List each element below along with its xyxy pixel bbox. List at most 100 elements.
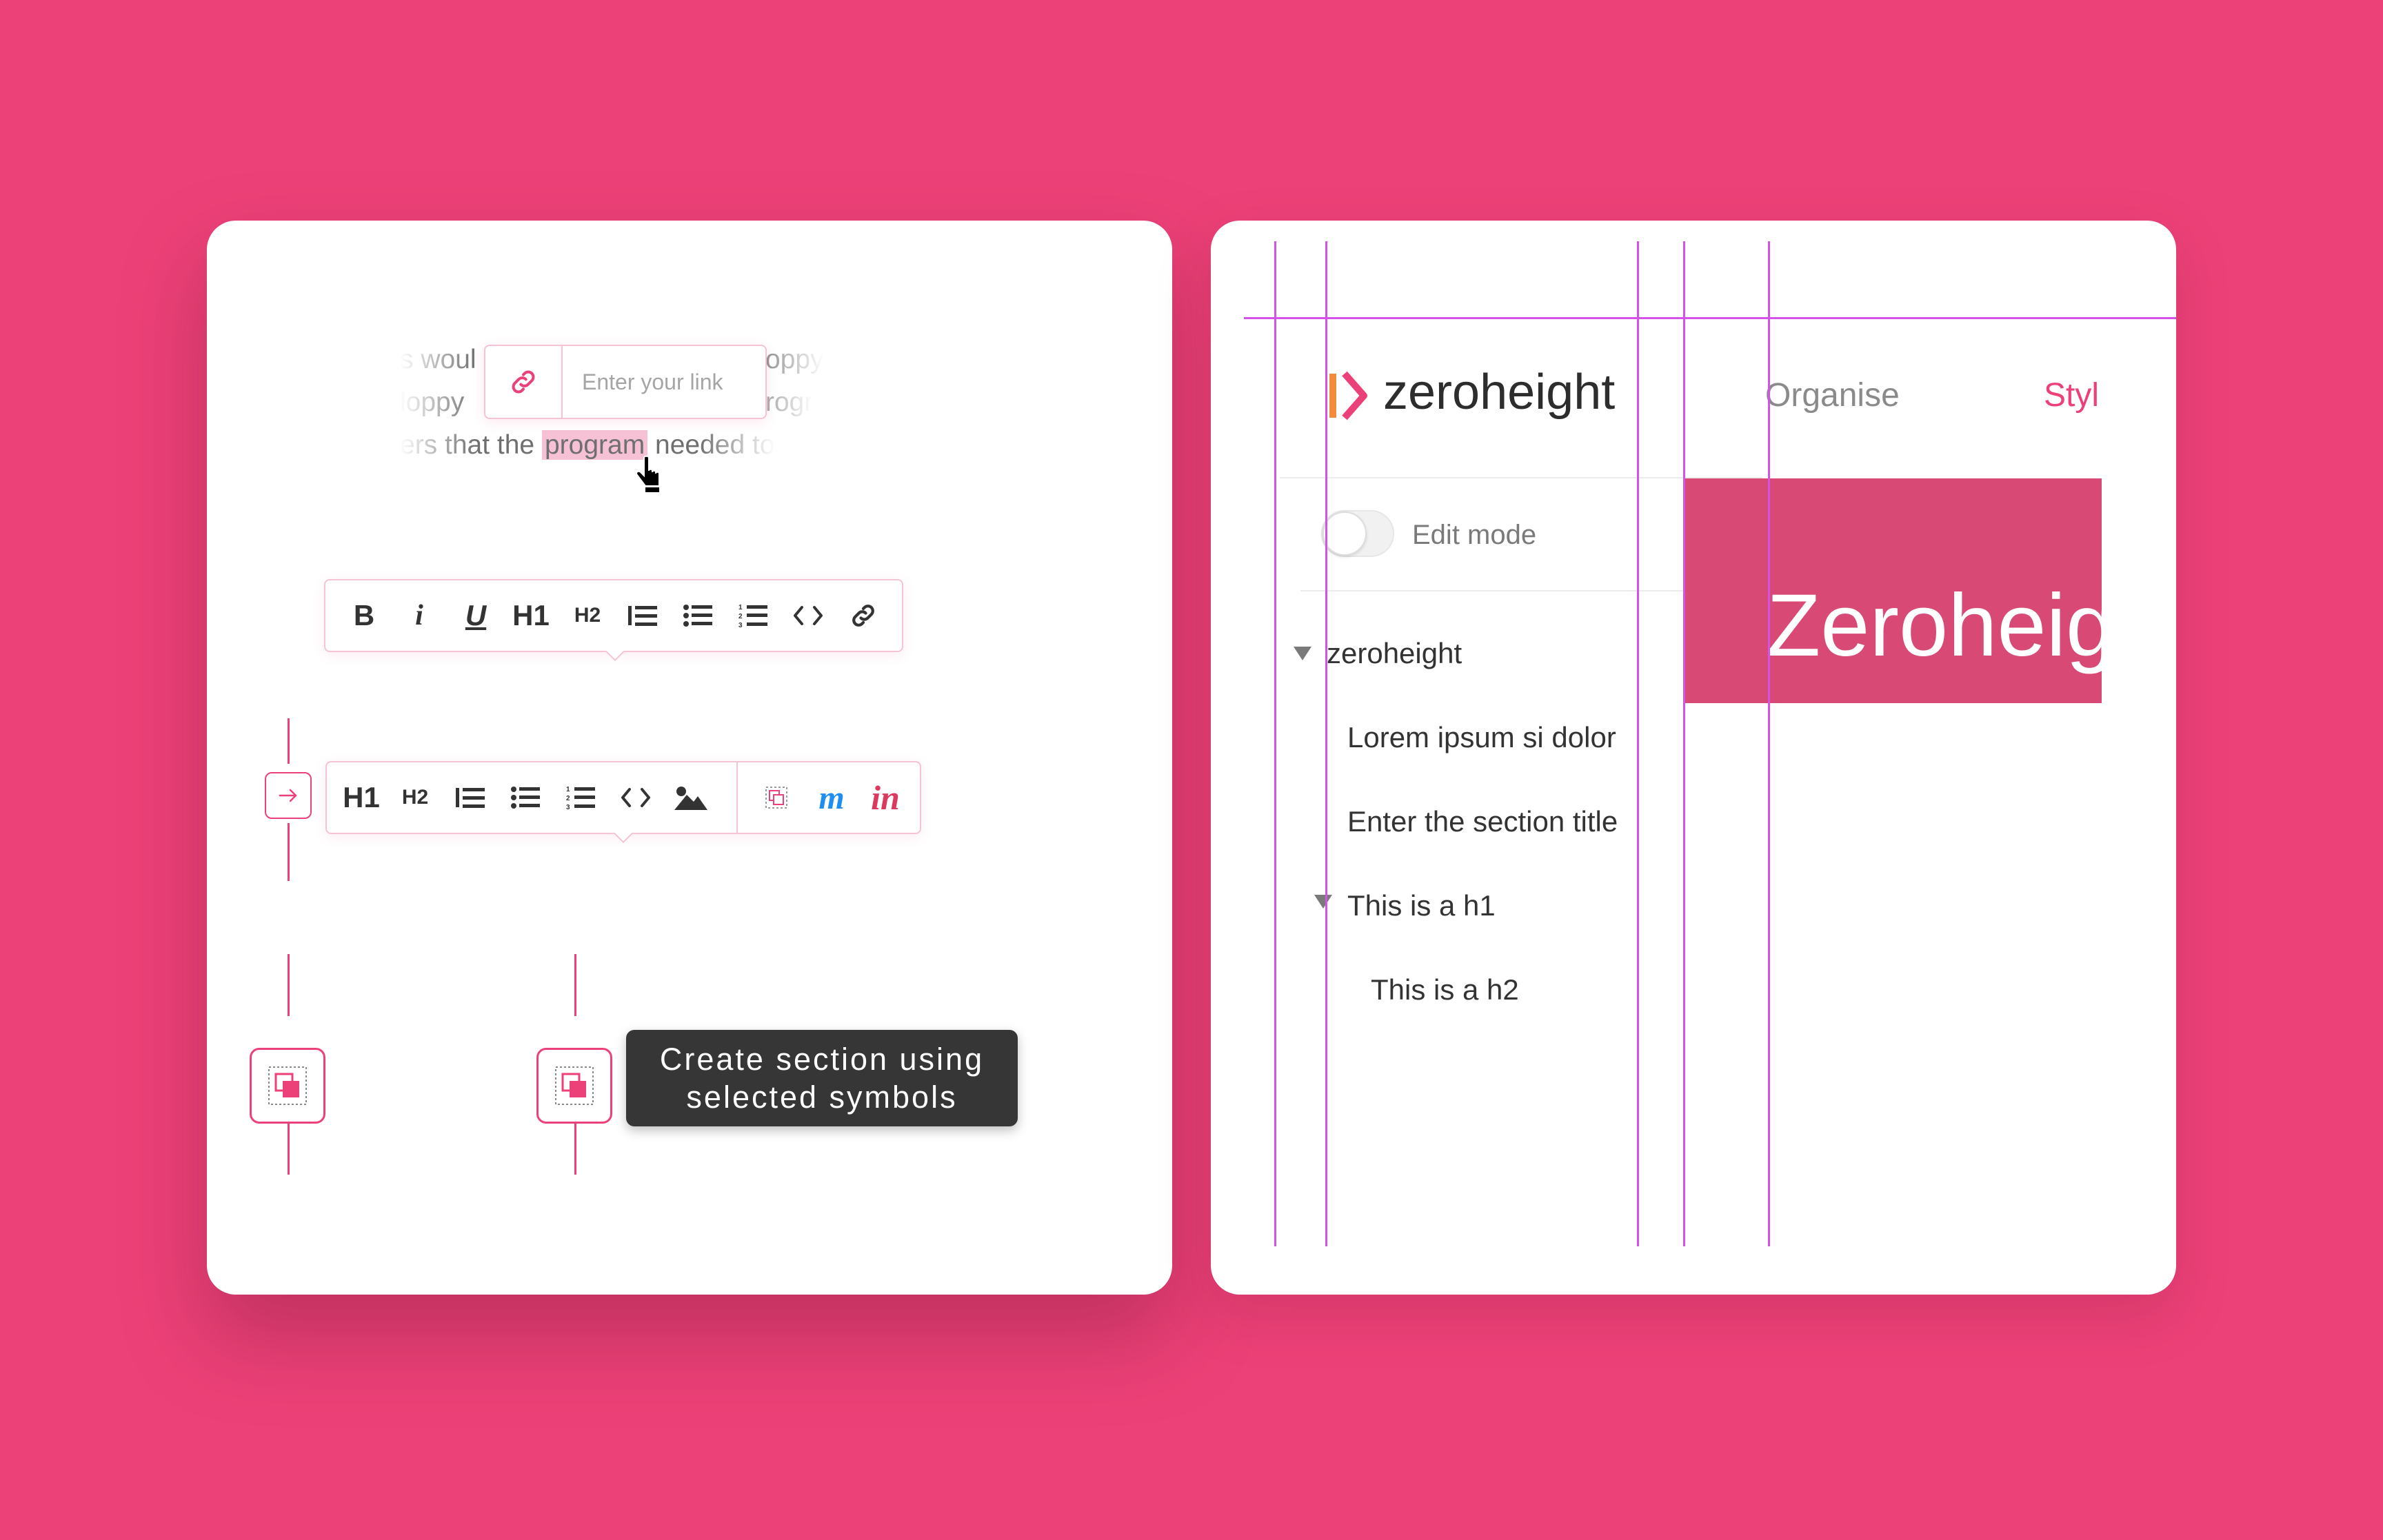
- code-button[interactable]: [786, 580, 830, 651]
- connector-line: [288, 954, 290, 1016]
- editor-showcase-card: s woul oppy loppy rogr ers that the prog…: [207, 221, 1172, 1295]
- nav-style[interactable]: Styl: [2044, 376, 2099, 414]
- invision-button[interactable]: in: [863, 762, 907, 833]
- tree-item[interactable]: Lorem ipsum si dolor: [1347, 721, 1616, 754]
- link-input[interactable]: Enter your link: [582, 369, 723, 395]
- editor-text-line2-right: rogr: [765, 387, 814, 417]
- connector-line: [288, 1119, 290, 1175]
- collapse-triangle-icon[interactable]: [1294, 647, 1311, 660]
- editor-text-line1-right: oppy: [765, 345, 824, 374]
- bullet-list-icon: [511, 787, 540, 809]
- numbered-list-icon: 1 2 3: [566, 786, 595, 811]
- layout-guide-vertical: [1274, 241, 1276, 1246]
- toggle-knob: [1323, 511, 1367, 556]
- code-icon: [621, 788, 650, 807]
- toolbar-divider: [736, 762, 738, 833]
- connector-line: [574, 954, 576, 1016]
- tree-root[interactable]: zeroheight: [1327, 637, 1462, 670]
- italic-button[interactable]: i: [397, 580, 441, 651]
- heading1-icon: H1: [512, 599, 550, 631]
- create-section-button-hover[interactable]: [536, 1048, 612, 1124]
- connector-line: [288, 823, 290, 881]
- code-icon: [794, 606, 823, 625]
- heading2-icon: H2: [401, 786, 429, 809]
- layout-guide-vertical: [1683, 241, 1685, 1246]
- svg-text:2: 2: [566, 795, 570, 802]
- selected-word[interactable]: program: [541, 430, 648, 460]
- link-toolbar-button[interactable]: [841, 580, 885, 651]
- tooltip-line2: selected symbols: [686, 1080, 958, 1115]
- bullet-list-button[interactable]: [503, 762, 547, 833]
- numbered-list-button[interactable]: 1 2 3: [731, 580, 775, 651]
- text-after: needed to: [655, 430, 775, 460]
- pointer-hand-icon: [634, 455, 666, 497]
- editor-text-line2-left: loppy: [400, 387, 465, 417]
- logo-text: zeroheight: [1383, 365, 1616, 420]
- edit-mode-toggle[interactable]: [1321, 510, 1394, 557]
- symbols-icon: [268, 1066, 307, 1105]
- create-section-tooltip: Create section using selected symbols: [626, 1030, 1018, 1126]
- svg-text:1: 1: [566, 786, 570, 793]
- invision-icon: in: [871, 778, 900, 817]
- svg-text:3: 3: [566, 804, 570, 811]
- marvel-button[interactable]: m: [810, 762, 854, 833]
- heading2-button[interactable]: H2: [565, 580, 610, 651]
- layout-guide-vertical: [1768, 241, 1770, 1246]
- italic-icon: i: [415, 600, 423, 631]
- quote-list-icon: [456, 788, 485, 808]
- link-icon: [852, 605, 874, 627]
- zeroheight-logo-icon: [1325, 368, 1372, 427]
- image-icon: [674, 787, 707, 810]
- numbered-list-icon: 1 2 3: [738, 604, 767, 629]
- link-popover: Enter your link: [484, 345, 767, 419]
- underline-icon: U: [465, 599, 487, 631]
- quote-button[interactable]: [621, 580, 665, 651]
- numbered-list-button[interactable]: 1 2 3: [559, 762, 603, 833]
- nav-organise[interactable]: Organise: [1765, 376, 1900, 414]
- heading1-button[interactable]: H1: [509, 580, 553, 651]
- quote-list-icon: [628, 606, 657, 626]
- underline-button[interactable]: U: [454, 580, 498, 651]
- image-button[interactable]: [669, 762, 713, 833]
- heading2-button[interactable]: H2: [393, 762, 437, 833]
- heading2-icon: H2: [574, 604, 601, 627]
- layout-guide-vertical: [1637, 241, 1639, 1246]
- bold-icon: B: [353, 599, 375, 631]
- svg-text:1: 1: [738, 604, 743, 611]
- code-button[interactable]: [614, 762, 658, 833]
- symbols-icon: [555, 1066, 594, 1105]
- editor-text-line3: ers that the program needed to: [400, 430, 1034, 460]
- tree-item[interactable]: This is a h2: [1371, 973, 1519, 1006]
- insert-toggle-button[interactable]: [265, 772, 312, 819]
- bullet-list-button[interactable]: [676, 580, 720, 651]
- heading1-icon: H1: [343, 781, 380, 813]
- text-before: ers that the: [400, 430, 535, 460]
- hero-banner: Zeroheight: [1685, 478, 2102, 703]
- formatting-toolbar: B i U H1 H2 1 2 3: [324, 579, 903, 652]
- edit-mode-label: Edit mode: [1412, 520, 1537, 550]
- tooltip-line1: Create section using: [659, 1042, 985, 1077]
- marvel-icon: m: [818, 779, 845, 816]
- tree-item[interactable]: Enter the section title: [1347, 805, 1618, 838]
- heading1-button[interactable]: H1: [339, 762, 383, 833]
- bullet-list-icon: [683, 605, 712, 627]
- tree-item[interactable]: This is a h1: [1347, 889, 1496, 922]
- bold-button[interactable]: B: [342, 580, 386, 651]
- collapse-triangle-icon[interactable]: [1314, 895, 1332, 909]
- connector-line: [574, 1119, 576, 1175]
- arrow-right-icon: [279, 789, 297, 802]
- layout-guide-vertical: [1325, 241, 1327, 1246]
- editor-text-line1-left: s woul: [400, 345, 476, 374]
- link-icon: [512, 370, 535, 394]
- layout-guide-horizontal: [1244, 317, 2176, 319]
- link-button[interactable]: [485, 346, 563, 418]
- banner-title: Zeroheight: [1767, 576, 2102, 675]
- symbols-icon: [765, 787, 787, 809]
- svg-text:3: 3: [738, 622, 743, 629]
- app-layout-card: zeroheight Organise Styl Edit mode zeroh…: [1211, 221, 2176, 1295]
- svg-text:2: 2: [738, 613, 743, 620]
- connector-line: [288, 718, 290, 764]
- create-section-button-idle[interactable]: [250, 1048, 325, 1124]
- quote-button[interactable]: [448, 762, 492, 833]
- symbols-button[interactable]: [754, 762, 798, 833]
